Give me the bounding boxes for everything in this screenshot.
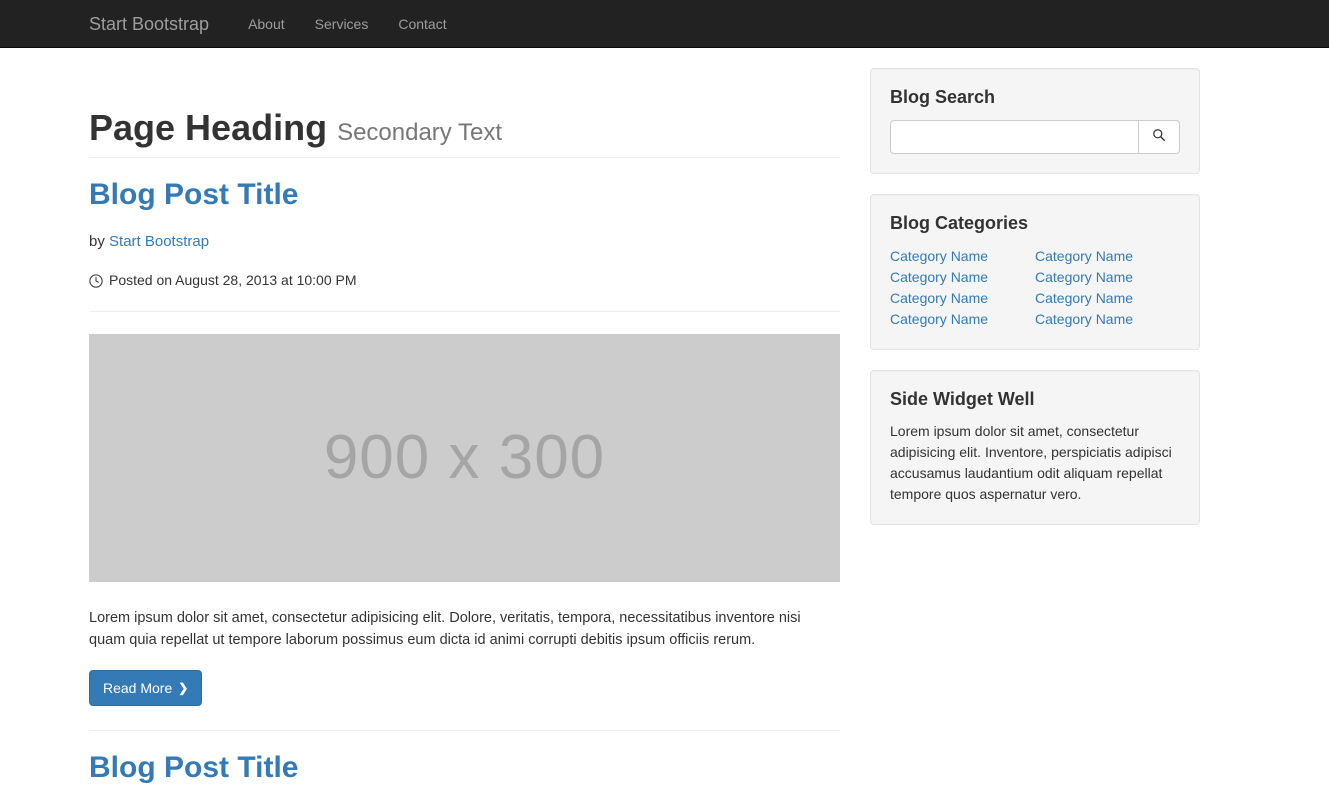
blog-post-title: Blog Post Title (89, 751, 840, 784)
category-link[interactable]: Category Name (1035, 311, 1133, 327)
side-widget-text: Lorem ipsum dolor sit amet, consectetur … (890, 423, 1172, 503)
side-widget-well: Side Widget Well Lorem ipsum dolor sit a… (870, 369, 1200, 526)
search-icon (1152, 128, 1166, 145)
search-input[interactable] (890, 119, 1138, 154)
navbar-nav: About Services Contact (233, 14, 462, 34)
category-link[interactable]: Category Name (890, 311, 988, 327)
category-link[interactable]: Category Name (1035, 269, 1133, 285)
blog-post-excerpt: Lorem ipsum dolor sit amet, consectetur … (89, 609, 801, 649)
list-item: Category Name (890, 288, 1035, 309)
blog-post-author-link[interactable]: Start Bootstrap (109, 233, 209, 250)
blog-search-heading: Blog Search (890, 87, 996, 107)
nav-item-about: About (233, 14, 300, 34)
blog-post: Blog Post Title by Start Bootstrap (89, 751, 840, 803)
read-more-label: Read More (103, 679, 173, 696)
blog-categories-widget: Blog Categories Category Name Category N… (870, 193, 1200, 350)
category-link[interactable]: Category Name (1035, 290, 1133, 306)
list-item: Category Name (890, 309, 1035, 330)
page-container: Page Heading Secondary Text Blog Post Tit… (0, 48, 1329, 803)
list-item: Category Name (1035, 288, 1180, 309)
blog-post-image-placeholder[interactable]: 900 x 300 (89, 333, 840, 582)
list-item: Category Name (1035, 309, 1180, 330)
blog-post-title-link[interactable]: Blog Post Title (89, 178, 298, 211)
byline-label: by (89, 232, 105, 250)
side-widget-heading: Side Widget Well (890, 388, 1035, 409)
search-button[interactable] (1138, 119, 1180, 154)
nav-link-services[interactable]: Services (300, 14, 384, 34)
category-link[interactable]: Category Name (890, 290, 988, 306)
nav-link-about[interactable]: About (233, 14, 300, 34)
list-item: Category Name (890, 267, 1035, 288)
nav-link-contact[interactable]: Contact (383, 14, 461, 34)
page-header: Page Heading Secondary Text (89, 108, 840, 158)
blog-post-meta: Posted on August 28, 2013 at 10:00 PM (89, 271, 840, 291)
blog-categories-heading: Blog Categories (890, 212, 1029, 233)
read-more-button[interactable]: Read More ❯ (89, 669, 203, 706)
post-divider-bottom (89, 729, 840, 731)
page-secondary-text: Secondary Text (337, 119, 503, 146)
nav-item-services: Services (300, 14, 384, 34)
sidebar-column: Blog Search Blog Categories Category Nam… (840, 48, 1200, 545)
category-link[interactable]: Category Name (1035, 248, 1133, 264)
placeholder-dimensions-label: 900 x 300 (323, 423, 606, 493)
navbar-brand[interactable]: Start Bootstrap (89, 14, 209, 34)
blog-post-title-link[interactable]: Blog Post Title (89, 751, 298, 784)
blog-post-byline: by Start Bootstrap (89, 231, 840, 254)
categories-column-right: Category Name Category Name Category Nam… (1035, 246, 1180, 330)
list-item: Category Name (1035, 267, 1180, 288)
categories-column-left: Category Name Category Name Category Nam… (890, 246, 1035, 330)
chevron-right-icon: ❯ (178, 680, 189, 695)
post-divider (89, 310, 840, 312)
blog-search-widget: Blog Search (870, 68, 1200, 174)
blog-post: Blog Post Title by Start Bootstrap Poste… (89, 178, 840, 731)
page-title: Page Heading (89, 107, 328, 148)
list-item: Category Name (1035, 246, 1180, 267)
top-navbar: Start Bootstrap About Services Contact (0, 0, 1329, 48)
main-content-column: Page Heading Secondary Text Blog Post Tit… (89, 48, 840, 803)
category-link[interactable]: Category Name (890, 269, 988, 285)
categories-columns: Category Name Category Name Category Nam… (890, 246, 1180, 330)
blog-post-title: Blog Post Title (89, 178, 840, 211)
blog-post-meta-text: Posted on August 28, 2013 at 10:00 PM (109, 272, 357, 289)
search-input-group (890, 119, 1180, 154)
clock-icon (89, 274, 103, 288)
list-item: Category Name (890, 246, 1035, 267)
nav-item-contact: Contact (383, 14, 461, 34)
category-link[interactable]: Category Name (890, 248, 988, 264)
